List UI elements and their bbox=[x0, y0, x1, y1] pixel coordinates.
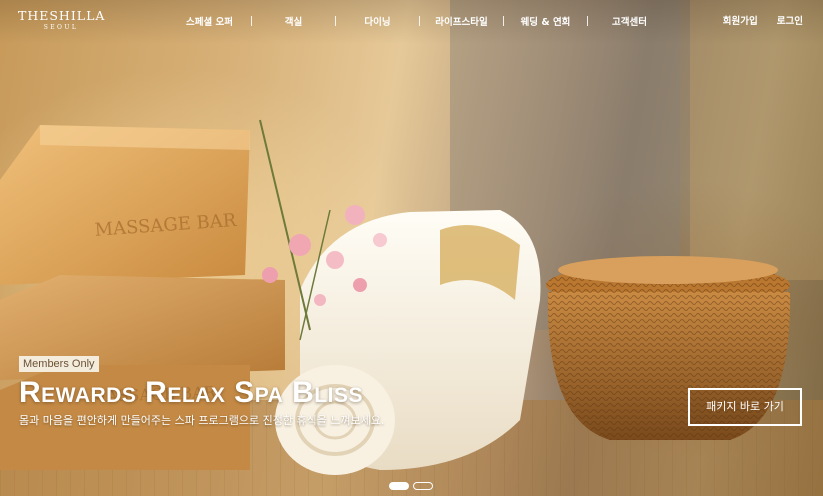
members-only-badge: Members Only bbox=[19, 356, 99, 372]
logo-wordmark: THESHILLA bbox=[18, 8, 106, 23]
nav-dining[interactable]: 다이닝 bbox=[336, 14, 419, 28]
nav-special-offer[interactable]: 스페셜 오퍼 bbox=[168, 14, 251, 28]
nav-customer-center[interactable]: 고객센터 bbox=[588, 14, 671, 28]
package-shortcut-button[interactable]: 패키지 바로 가기 bbox=[688, 388, 802, 426]
carousel-dot-2[interactable] bbox=[413, 482, 433, 490]
nav-rooms[interactable]: 객실 bbox=[252, 14, 335, 28]
site-header: THESHILLA SEOUL 스페셜 오퍼 객실 다이닝 라이프스타일 웨딩 … bbox=[0, 0, 823, 44]
nav-lifestyle[interactable]: 라이프스타일 bbox=[420, 14, 503, 28]
promo-headline: Rewards Relax Spa Bliss bbox=[19, 376, 363, 409]
utility-links: 회원가입 로그인 bbox=[723, 13, 803, 27]
main-navigation: 스페셜 오퍼 객실 다이닝 라이프스타일 웨딩 & 연회 고객센터 bbox=[168, 13, 671, 29]
carousel-pagination bbox=[389, 482, 433, 490]
promo-description: 몸과 마음을 편안하게 만들어주는 스파 프로그램으로 진정한 휴식을 느껴보세… bbox=[19, 414, 385, 427]
carousel-dot-1[interactable] bbox=[389, 482, 409, 490]
rolled-towel bbox=[275, 210, 541, 475]
hero-banner: MASSAGE BAR MASSAGE BAR THESHILLA SEOUL … bbox=[0, 0, 823, 496]
login-link[interactable]: 로그인 bbox=[777, 13, 803, 27]
the-shilla-logo[interactable]: THESHILLA SEOUL bbox=[18, 9, 104, 32]
promo-text-block: Members Only Rewards Relax Spa Bliss 몸과 … bbox=[19, 352, 384, 429]
signup-link[interactable]: 회원가입 bbox=[723, 13, 758, 27]
nav-wedding-banquet[interactable]: 웨딩 & 연회 bbox=[504, 14, 587, 28]
logo-location: SEOUL bbox=[43, 24, 79, 31]
